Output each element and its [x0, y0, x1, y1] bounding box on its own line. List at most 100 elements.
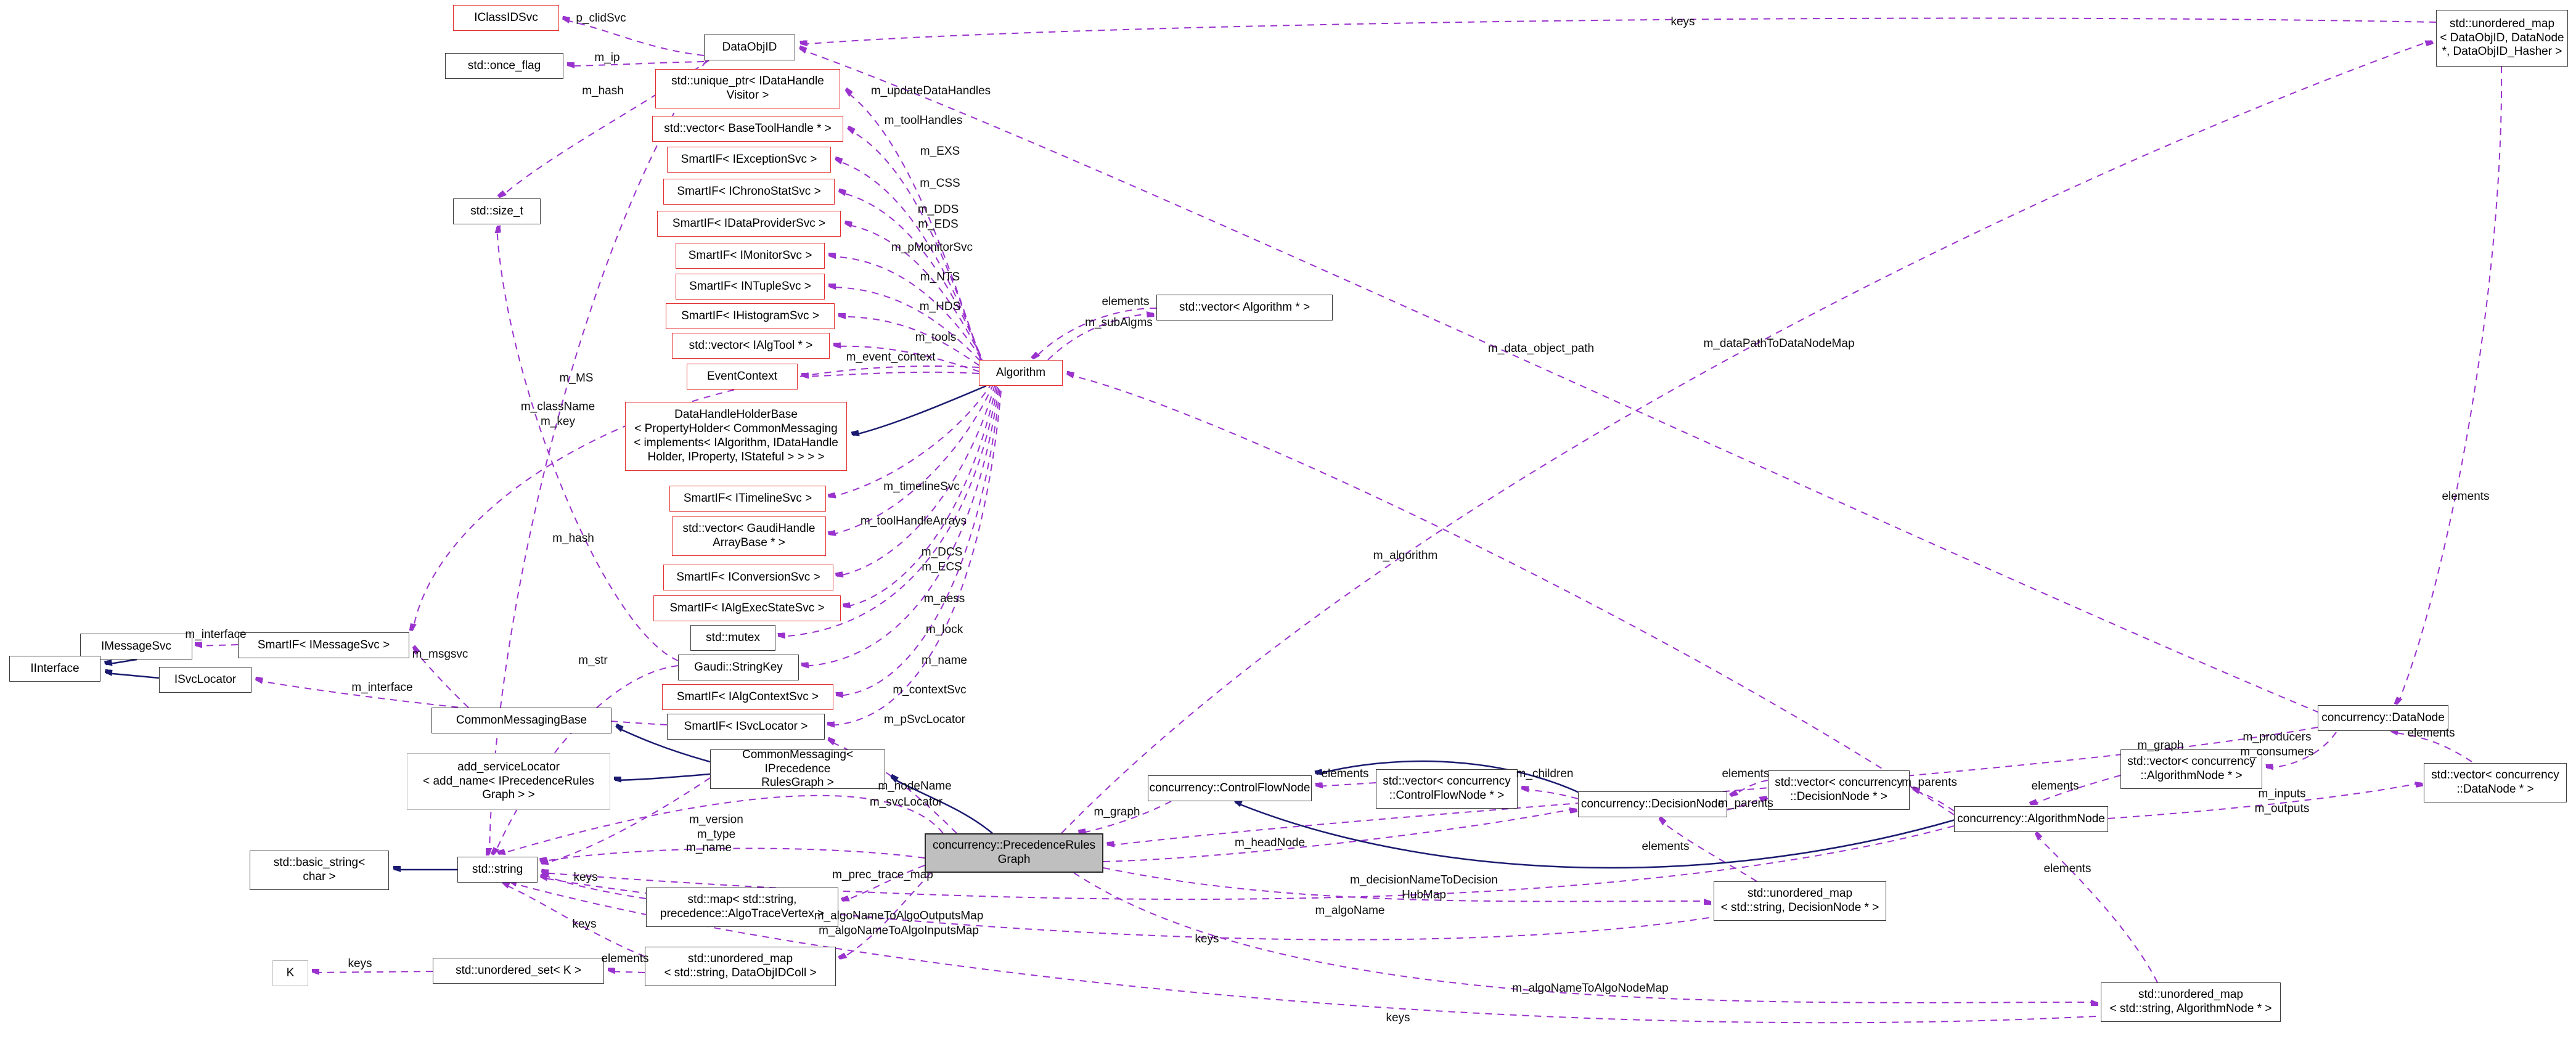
node-smartif-iconversionsvc[interactable]: SmartIF< IConversionSvc > — [663, 565, 833, 590]
edge-label-m-interface-bot: m_interface — [351, 680, 412, 695]
edge-label-keys-coll: keys — [572, 917, 596, 932]
node-vector-datanode[interactable]: std::vector< concurrency ::DataNode * > — [2424, 763, 2567, 802]
edge-label-m-algorithm: m_algorithm — [1373, 549, 1438, 563]
node-unique-ptr-idatahandlevisitor[interactable]: std::unique_ptr< IDataHandle Visitor > — [655, 69, 840, 108]
node-smartif-itimelinesvc[interactable]: SmartIF< ITimelineSvc > — [669, 486, 826, 512]
node-unordered-set-k[interactable]: std::unordered_set< K > — [433, 958, 604, 984]
edge-label-elements-vecan: elements — [2031, 779, 2079, 794]
node-add-servicelocator[interactable]: add_serviceLocator < add_name< IPreceden… — [407, 753, 610, 810]
edge-label-m-graph-cfn: m_graph — [1094, 805, 1140, 820]
edge-label-m-subalgms: m_subAlgms — [1085, 316, 1153, 330]
edge-label-m-prec-trace-map: m_prec_trace_map — [832, 868, 933, 883]
node-vector-ialgtool[interactable]: std::vector< IAlgTool * > — [672, 333, 830, 359]
node-umap-dataobjidcoll[interactable]: std::unordered_map < std::string, DataOb… — [645, 947, 836, 986]
edge-m-ip — [568, 62, 704, 66]
node-controlflownode[interactable]: concurrency::ControlFlowNode — [1148, 775, 1312, 801]
node-size-t[interactable]: std::size_t — [453, 198, 541, 224]
edge-elements-coll — [609, 971, 645, 973]
edge-label-m-event-context: m_event_context — [846, 350, 936, 365]
node-iinterface[interactable]: IInterface — [9, 656, 100, 682]
edge-label-m-psvclocator: m_pSvcLocator — [884, 712, 965, 727]
node-map-algotracevertex[interactable]: std::map< std::string, precedence::AlgoT… — [646, 888, 838, 927]
node-isvclocator[interactable]: ISvcLocator — [159, 667, 251, 693]
edge-m-exs — [836, 160, 984, 365]
edge-label-p-clidsvc: p_clidSvc — [576, 11, 626, 26]
node-iclassidsvc[interactable]: IClassIDSvc — [453, 5, 559, 31]
edge-label-m-nodename: m_nodeName — [878, 779, 951, 794]
edge-label-m-datapathtodatanodemap: m_dataPathToDataNodeMap — [1703, 337, 1854, 351]
edge-m-children — [1523, 790, 1578, 799]
edge-label-m-version-type: m_version m_type — [689, 812, 743, 842]
node-vector-controlflownode[interactable]: std::vector< concurrency ::ControlFlowNo… — [1376, 769, 1518, 809]
node-umap-decisionnode[interactable]: std::unordered_map < std::string, Decisi… — [1714, 881, 1886, 921]
node-smartif-ichronostatsvc[interactable]: SmartIF< IChronoStatSvc > — [663, 179, 835, 205]
edge-keys-uset — [313, 971, 433, 973]
edge-elements-algmap — [2035, 835, 2157, 982]
node-once-flag[interactable]: std::once_flag — [445, 53, 563, 79]
edge-label-m-interface-top: m_interface — [185, 627, 246, 642]
node-datahandleholderbase[interactable]: DataHandleHolderBase < PropertyHolder< C… — [625, 402, 847, 471]
node-vector-decisionnode[interactable]: std::vector< concurrency ::DecisionNode … — [1768, 770, 1910, 810]
node-string[interactable]: std::string — [457, 857, 538, 883]
edge-label-m-exs: m_EXS — [920, 144, 960, 159]
node-umap-algorithmnode[interactable]: std::unordered_map < std::string, Algori… — [2101, 982, 2281, 1022]
edge-inherit-cm-asl — [615, 774, 710, 780]
node-smartif-imessagesvc[interactable]: SmartIF< IMessageSvc > — [238, 632, 409, 658]
node-commonmessaging[interactable]: CommonMessaging< IPrecedence RulesGraph … — [710, 749, 885, 789]
node-basic-string[interactable]: std::basic_string< char > — [250, 851, 389, 890]
node-commonmessagingbase[interactable]: CommonMessagingBase — [431, 708, 611, 733]
edge-label-m-css: m_CSS — [920, 176, 960, 191]
edge-label-m-headnode: m_headNode — [1235, 836, 1305, 851]
edge-m-parents-an — [1913, 790, 1954, 811]
node-vector-gaudihandlearraybase[interactable]: std::vector< GaudiHandle ArrayBase * > — [672, 516, 826, 556]
edge-inherit-isvclocator-iinterface — [106, 673, 159, 678]
node-smartif-ialgcontextsvc[interactable]: SmartIF< IAlgContextSvc > — [662, 684, 833, 710]
edge-label-elements-coll: elements — [601, 952, 648, 966]
edge-label-m-ip: m_ip — [594, 51, 619, 65]
edge-label-m-timelinesvc: m_timelineSvc — [883, 480, 960, 494]
node-vector-algorithm[interactable]: std::vector< Algorithm * > — [1156, 295, 1333, 320]
edge-elements-datapath — [2398, 67, 2501, 704]
node-decisionnode[interactable]: concurrency::DecisionNode — [1578, 791, 1727, 817]
node-smartif-intuplesvc[interactable]: SmartIF< INTupleSvc > — [676, 274, 825, 300]
edge-keys-datapath — [801, 18, 2436, 44]
edge-m-css — [840, 192, 985, 366]
node-dataobjid[interactable]: DataObjID — [704, 35, 795, 60]
edge-label-m-svclocator: m_svcLocator — [870, 795, 942, 810]
edge-label-m-parents-dn: m_parents — [1718, 796, 1773, 811]
node-smartif-isvclocator[interactable]: SmartIF< ISvcLocator > — [667, 714, 825, 740]
edge-label-m-children: m_children — [1516, 767, 1574, 782]
node-smartif-idataprovidersvc[interactable]: SmartIF< IDataProviderSvc > — [657, 211, 841, 237]
edge-label-elements-decmap: elements — [1642, 839, 1689, 854]
edge-label-m-name-alg: m_name — [922, 653, 967, 668]
edge-label-m-dcs-ecs: m_DCS m_ECS — [922, 545, 963, 574]
node-gaudi-stringkey[interactable]: Gaudi::StringKey — [678, 655, 799, 680]
node-smartif-ihistogramsvc[interactable]: SmartIF< IHistogramSvc > — [666, 303, 835, 329]
edge-label-m-algonamemaps: m_algoNameToAlgoOutputsMap m_algoNameToA… — [814, 908, 984, 938]
node-algorithmnode[interactable]: concurrency::AlgorithmNode — [1954, 806, 2108, 832]
node-mutex[interactable]: std::mutex — [690, 625, 775, 651]
edge-label-m-toolhandlearrays: m_toolHandleArrays — [861, 514, 967, 529]
node-smartif-imonitorsvc[interactable]: SmartIF< IMonitorSvc > — [676, 243, 825, 269]
node-k[interactable]: K — [272, 960, 308, 986]
edge-m-headnode — [1103, 809, 1576, 862]
edge-label-m-toolhandles: m_toolHandles — [885, 113, 963, 128]
edge-label-elements-dn: elements — [1722, 767, 1769, 782]
node-smartif-ialgexecstatesvc[interactable]: SmartIF< IAlgExecStateSvc > — [653, 595, 841, 621]
edge-label-m-pmonitorsvc: m_pMonitorSvc — [891, 240, 973, 255]
edge-label-m-contextsvc: m_contextSvc — [893, 683, 966, 698]
node-precedencerulesgraph[interactable]: concurrency::PrecedenceRules Graph — [925, 833, 1103, 873]
node-algorithm[interactable]: Algorithm — [979, 360, 1063, 386]
edge-label-elements-vecalg: elements — [1102, 295, 1149, 309]
edge-label-keys-datapath: keys — [1670, 15, 1695, 30]
edge-label-m-lock: m_lock — [926, 623, 963, 637]
edge-label-elements-algmap: elements — [2043, 862, 2091, 876]
node-smartif-iexceptionsvc[interactable]: SmartIF< IExceptionSvc > — [667, 147, 831, 173]
edge-label-m-decisionnametodecisionhubmap: m_decisionNameToDecision HubMap — [1350, 873, 1498, 902]
edge-label-m-algoname: m_algoName — [1315, 904, 1385, 918]
edge-label-m-classname-key: m_className m_key — [521, 399, 595, 429]
node-umap-datapath[interactable]: std::unordered_map < DataObjID, DataNode… — [2436, 10, 2568, 67]
node-eventcontext[interactable]: EventContext — [687, 364, 798, 390]
node-vector-basetoolhandle[interactable]: std::vector< BaseToolHandle * > — [652, 116, 843, 142]
edge-label-m-parents-an: m_parents — [1902, 775, 1957, 790]
